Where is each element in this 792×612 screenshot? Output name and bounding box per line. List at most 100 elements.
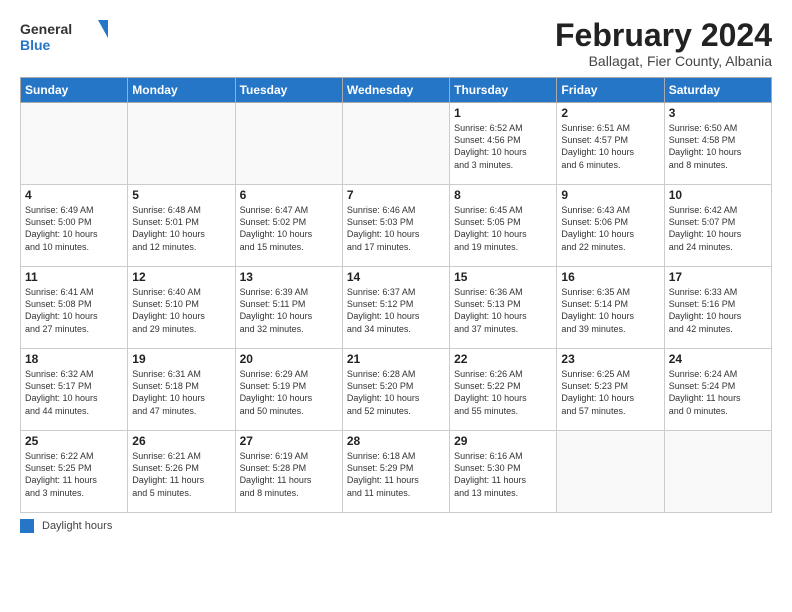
- day-info: Sunrise: 6:40 AM Sunset: 5:10 PM Dayligh…: [132, 286, 230, 335]
- calendar-cell: [342, 103, 449, 185]
- calendar-week-1: 4 Sunrise: 6:49 AM Sunset: 5:00 PM Daylig…: [21, 185, 772, 267]
- calendar-week-4: 25Sunrise: 6:22 AM Sunset: 5:25 PM Dayli…: [21, 431, 772, 513]
- calendar-cell: 13Sunrise: 6:39 AM Sunset: 5:11 PM Dayli…: [235, 267, 342, 349]
- calendar-cell: [235, 103, 342, 185]
- legend-label: Daylight hours: [42, 520, 112, 532]
- calendar-cell: 20 Sunrise: 6:29 AM Sunset: 5:19 PM Dayli…: [235, 349, 342, 431]
- day-header-thursday: Thursday: [450, 78, 557, 103]
- month-title: February 2024: [555, 18, 772, 53]
- day-number: 10: [669, 188, 767, 202]
- day-info: Sunrise: 6:29 AM Sunset: 5:19 PM Dayligh…: [240, 368, 338, 417]
- header-row: General Blue February 2024 Ballagat, Fie…: [20, 18, 772, 69]
- day-number: 1: [454, 106, 552, 120]
- day-number: 20: [240, 352, 338, 366]
- svg-text:General: General: [20, 21, 72, 37]
- calendar-table: SundayMondayTuesdayWednesdayThursdayFrid…: [20, 77, 772, 513]
- day-info: Sunrise: 6:18 AM Sunset: 5:29 PM Dayligh…: [347, 450, 445, 499]
- calendar-cell: 16Sunrise: 6:35 AM Sunset: 5:14 PM Dayli…: [557, 267, 664, 349]
- calendar-cell: 6Sunrise: 6:47 AM Sunset: 5:02 PM Daylig…: [235, 185, 342, 267]
- day-info: Sunrise: 6:32 AM Sunset: 5:17 PM Dayligh…: [25, 368, 123, 417]
- day-header-monday: Monday: [128, 78, 235, 103]
- day-info: Sunrise: 6:47 AM Sunset: 5:02 PM Dayligh…: [240, 204, 338, 253]
- day-number: 8: [454, 188, 552, 202]
- day-info: Sunrise: 6:33 AM Sunset: 5:16 PM Dayligh…: [669, 286, 767, 335]
- day-info: Sunrise: 6:37 AM Sunset: 5:12 PM Dayligh…: [347, 286, 445, 335]
- day-number: 25: [25, 434, 123, 448]
- calendar-cell: 28 Sunrise: 6:18 AM Sunset: 5:29 PM Dayli…: [342, 431, 449, 513]
- calendar-cell: 1Sunrise: 6:52 AM Sunset: 4:56 PM Daylig…: [450, 103, 557, 185]
- day-info: Sunrise: 6:19 AM Sunset: 5:28 PM Dayligh…: [240, 450, 338, 499]
- day-info: Sunrise: 6:28 AM Sunset: 5:20 PM Dayligh…: [347, 368, 445, 417]
- calendar-cell: 2 Sunrise: 6:51 AM Sunset: 4:57 PM Daylig…: [557, 103, 664, 185]
- day-info: Sunrise: 6:41 AM Sunset: 5:08 PM Dayligh…: [25, 286, 123, 335]
- logo-svg: General Blue: [20, 18, 110, 56]
- day-number: 2: [561, 106, 659, 120]
- day-number: 19: [132, 352, 230, 366]
- calendar-cell: [664, 431, 771, 513]
- day-number: 12: [132, 270, 230, 284]
- calendar-header-row: SundayMondayTuesdayWednesdayThursdayFrid…: [21, 78, 772, 103]
- calendar-cell: 27 Sunrise: 6:19 AM Sunset: 5:28 PM Dayli…: [235, 431, 342, 513]
- day-header-wednesday: Wednesday: [342, 78, 449, 103]
- day-number: 11: [25, 270, 123, 284]
- calendar-cell: 9Sunrise: 6:43 AM Sunset: 5:06 PM Daylig…: [557, 185, 664, 267]
- calendar-cell: 24 Sunrise: 6:24 AM Sunset: 5:24 PM Dayli…: [664, 349, 771, 431]
- calendar-cell: [128, 103, 235, 185]
- calendar-week-0: 1Sunrise: 6:52 AM Sunset: 4:56 PM Daylig…: [21, 103, 772, 185]
- calendar-cell: 11 Sunrise: 6:41 AM Sunset: 5:08 PM Dayli…: [21, 267, 128, 349]
- day-info: Sunrise: 6:51 AM Sunset: 4:57 PM Dayligh…: [561, 122, 659, 171]
- calendar-cell: 17Sunrise: 6:33 AM Sunset: 5:16 PM Dayli…: [664, 267, 771, 349]
- day-number: 22: [454, 352, 552, 366]
- day-info: Sunrise: 6:26 AM Sunset: 5:22 PM Dayligh…: [454, 368, 552, 417]
- calendar-cell: 29Sunrise: 6:16 AM Sunset: 5:30 PM Dayli…: [450, 431, 557, 513]
- day-info: Sunrise: 6:42 AM Sunset: 5:07 PM Dayligh…: [669, 204, 767, 253]
- day-info: Sunrise: 6:31 AM Sunset: 5:18 PM Dayligh…: [132, 368, 230, 417]
- calendar-cell: 25Sunrise: 6:22 AM Sunset: 5:25 PM Dayli…: [21, 431, 128, 513]
- day-info: Sunrise: 6:46 AM Sunset: 5:03 PM Dayligh…: [347, 204, 445, 253]
- legend: Daylight hours: [20, 519, 772, 533]
- calendar-cell: 23Sunrise: 6:25 AM Sunset: 5:23 PM Dayli…: [557, 349, 664, 431]
- calendar-cell: 10 Sunrise: 6:42 AM Sunset: 5:07 PM Dayli…: [664, 185, 771, 267]
- legend-color-box: [20, 519, 34, 533]
- day-number: 26: [132, 434, 230, 448]
- title-block: February 2024 Ballagat, Fier County, Alb…: [555, 18, 772, 69]
- day-info: Sunrise: 6:45 AM Sunset: 5:05 PM Dayligh…: [454, 204, 552, 253]
- calendar-cell: 12 Sunrise: 6:40 AM Sunset: 5:10 PM Dayli…: [128, 267, 235, 349]
- calendar-week-3: 18 Sunrise: 6:32 AM Sunset: 5:17 PM Dayli…: [21, 349, 772, 431]
- calendar-cell: 3 Sunrise: 6:50 AM Sunset: 4:58 PM Daylig…: [664, 103, 771, 185]
- day-header-saturday: Saturday: [664, 78, 771, 103]
- day-number: 18: [25, 352, 123, 366]
- day-info: Sunrise: 6:21 AM Sunset: 5:26 PM Dayligh…: [132, 450, 230, 499]
- day-number: 4: [25, 188, 123, 202]
- day-number: 9: [561, 188, 659, 202]
- calendar-cell: 18 Sunrise: 6:32 AM Sunset: 5:17 PM Dayli…: [21, 349, 128, 431]
- calendar-cell: [21, 103, 128, 185]
- svg-text:Blue: Blue: [20, 37, 51, 53]
- day-number: 13: [240, 270, 338, 284]
- day-info: Sunrise: 6:49 AM Sunset: 5:00 PM Dayligh…: [25, 204, 123, 253]
- day-number: 29: [454, 434, 552, 448]
- calendar-cell: 26 Sunrise: 6:21 AM Sunset: 5:26 PM Dayli…: [128, 431, 235, 513]
- calendar-cell: 22 Sunrise: 6:26 AM Sunset: 5:22 PM Dayli…: [450, 349, 557, 431]
- calendar-cell: 14Sunrise: 6:37 AM Sunset: 5:12 PM Dayli…: [342, 267, 449, 349]
- day-header-sunday: Sunday: [21, 78, 128, 103]
- calendar-cell: 19 Sunrise: 6:31 AM Sunset: 5:18 PM Dayli…: [128, 349, 235, 431]
- day-header-tuesday: Tuesday: [235, 78, 342, 103]
- calendar-cell: 8 Sunrise: 6:45 AM Sunset: 5:05 PM Daylig…: [450, 185, 557, 267]
- calendar-cell: [557, 431, 664, 513]
- day-number: 24: [669, 352, 767, 366]
- logo: General Blue: [20, 18, 110, 56]
- day-info: Sunrise: 6:50 AM Sunset: 4:58 PM Dayligh…: [669, 122, 767, 171]
- page: General Blue February 2024 Ballagat, Fie…: [0, 0, 792, 612]
- day-number: 16: [561, 270, 659, 284]
- calendar-cell: 15Sunrise: 6:36 AM Sunset: 5:13 PM Dayli…: [450, 267, 557, 349]
- day-number: 23: [561, 352, 659, 366]
- location-subtitle: Ballagat, Fier County, Albania: [555, 53, 772, 69]
- day-number: 15: [454, 270, 552, 284]
- day-number: 27: [240, 434, 338, 448]
- day-number: 3: [669, 106, 767, 120]
- day-number: 21: [347, 352, 445, 366]
- day-number: 28: [347, 434, 445, 448]
- day-number: 5: [132, 188, 230, 202]
- day-info: Sunrise: 6:24 AM Sunset: 5:24 PM Dayligh…: [669, 368, 767, 417]
